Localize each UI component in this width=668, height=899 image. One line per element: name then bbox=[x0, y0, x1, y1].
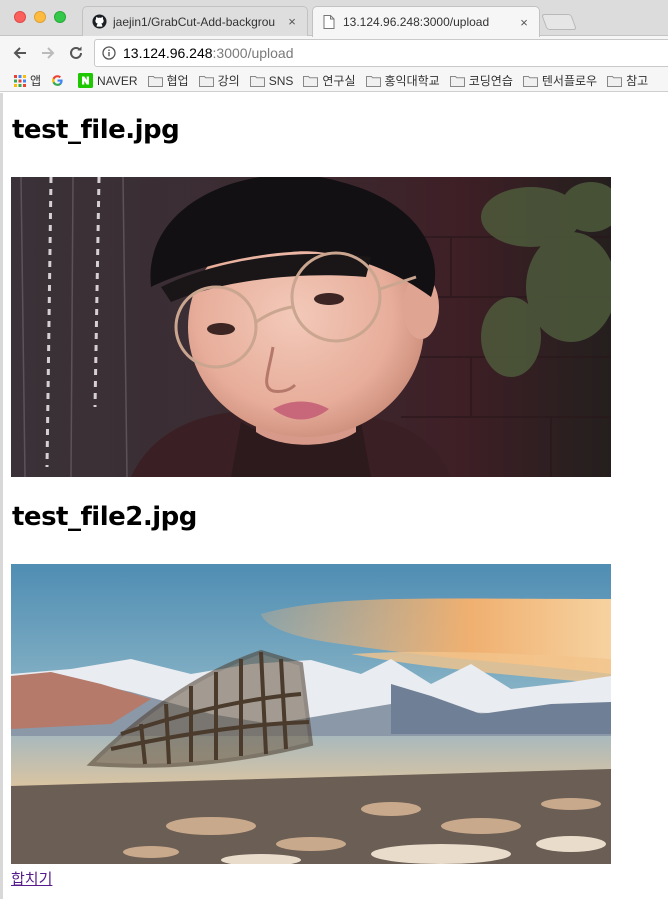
tab-strip: jaejin1/GrabCut-Add-backgrou × 13.124.96… bbox=[0, 0, 668, 37]
bookmark-google[interactable] bbox=[51, 74, 68, 87]
bookmark-label: 코딩연습 bbox=[468, 74, 513, 88]
tab-github[interactable]: jaejin1/GrabCut-Add-backgrou × bbox=[82, 6, 308, 36]
bookmark-label: SNS bbox=[268, 73, 294, 88]
bookmarks-bar: 앱 NAVER 협업 강의 SNS 연구실 홍익대학교 코딩연습 텐서플로우 참… bbox=[0, 70, 668, 92]
bookmark-folder-lab[interactable]: 연구실 bbox=[303, 72, 356, 89]
back-arrow-icon[interactable] bbox=[8, 41, 32, 65]
bookmark-folder-coding[interactable]: 코딩연습 bbox=[449, 72, 513, 89]
folder-icon bbox=[249, 75, 265, 87]
bookmark-label: 홍익대학교 bbox=[384, 74, 440, 88]
portrait-photo bbox=[11, 177, 611, 477]
forward-arrow-icon[interactable] bbox=[36, 41, 60, 65]
merge-link[interactable]: 합치기 bbox=[11, 868, 52, 889]
file-title: test_file2.jpg bbox=[12, 502, 197, 532]
close-tab-icon[interactable]: × bbox=[517, 15, 531, 30]
naver-icon bbox=[78, 73, 94, 88]
bookmark-naver[interactable]: NAVER bbox=[78, 73, 138, 88]
close-window-button[interactable] bbox=[14, 11, 26, 23]
folder-icon bbox=[365, 75, 381, 87]
bookmark-label: 앱 bbox=[30, 74, 42, 88]
url-path: :3000/upload bbox=[212, 45, 294, 61]
bookmark-apps[interactable]: 앱 bbox=[14, 72, 41, 89]
zoom-window-button[interactable] bbox=[54, 11, 66, 23]
page-content: test_file.jpg test_file2.jpg 합치기 bbox=[0, 93, 668, 899]
github-icon bbox=[91, 14, 107, 30]
bookmark-folder-reference[interactable]: 참고 bbox=[607, 72, 648, 89]
bookmark-folder-collab[interactable]: 협업 bbox=[147, 72, 189, 89]
browser-toolbar: 13.124.96.248:3000/upload bbox=[0, 36, 668, 70]
folder-icon bbox=[607, 75, 623, 87]
folder-icon bbox=[303, 75, 319, 87]
bookmark-label: 참고 bbox=[626, 74, 649, 88]
bookmark-label: 강의 bbox=[217, 74, 240, 88]
new-tab-button[interactable] bbox=[541, 14, 577, 30]
folder-icon bbox=[449, 75, 465, 87]
page-icon bbox=[321, 14, 337, 30]
tab-label: 13.124.96.248:3000/upload bbox=[343, 15, 490, 29]
bookmark-folder-sns[interactable]: SNS bbox=[249, 73, 294, 88]
folder-icon bbox=[522, 75, 538, 87]
folder-icon bbox=[198, 75, 214, 87]
bookmark-folder-tensorflow[interactable]: 텐서플로우 bbox=[522, 72, 598, 89]
tab-label: jaejin1/GrabCut-Add-backgrou bbox=[113, 14, 276, 29]
apps-grid-icon bbox=[14, 74, 26, 87]
tab-upload[interactable]: 13.124.96.248:3000/upload × bbox=[312, 6, 540, 37]
close-tab-icon[interactable]: × bbox=[285, 14, 299, 29]
info-icon[interactable] bbox=[95, 46, 123, 60]
bookmark-label: 연구실 bbox=[322, 74, 356, 88]
bookmark-label: 협업 bbox=[166, 74, 189, 88]
url-host: 13.124.96.248 bbox=[123, 45, 213, 61]
minimize-window-button[interactable] bbox=[34, 11, 46, 23]
bookmark-folder-hongik[interactable]: 홍익대학교 bbox=[365, 72, 440, 89]
folder-icon bbox=[147, 75, 163, 87]
bookmark-label: 텐서플로우 bbox=[541, 74, 598, 88]
bookmark-folder-lecture[interactable]: 강의 bbox=[198, 72, 240, 89]
google-icon bbox=[51, 74, 64, 87]
address-bar[interactable]: 13.124.96.248:3000/upload bbox=[94, 39, 668, 67]
file-title: test_file.jpg bbox=[12, 115, 180, 145]
shipwreck-landscape-photo bbox=[11, 564, 611, 864]
bookmark-label: NAVER bbox=[97, 73, 138, 88]
reload-icon[interactable] bbox=[64, 41, 88, 65]
